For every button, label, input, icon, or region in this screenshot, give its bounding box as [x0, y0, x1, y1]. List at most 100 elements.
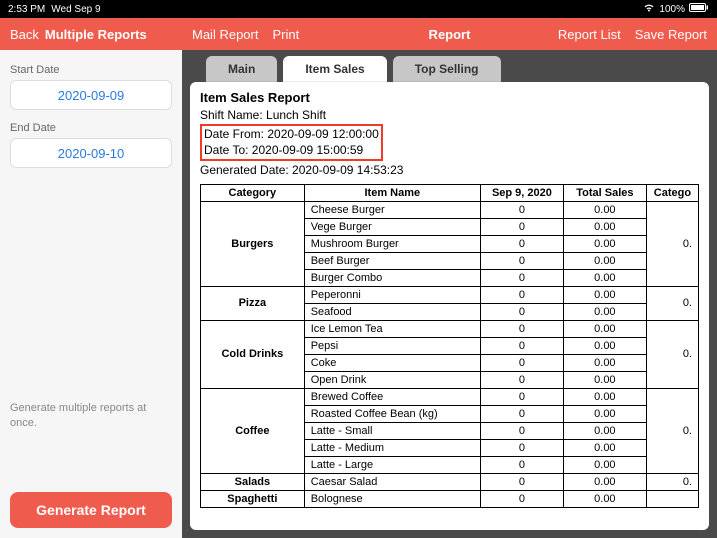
report-table-scroll[interactable]: Category Item Name Sep 9, 2020 Total Sal…	[200, 184, 699, 528]
sidebar: Start Date 2020-09-09 End Date 2020-09-1…	[0, 50, 182, 538]
cell-category: Burgers	[201, 201, 305, 286]
cell-total: 0.00	[563, 218, 646, 235]
cell-qty: 0	[480, 269, 563, 286]
cell-qty: 0	[480, 337, 563, 354]
app-header: Back Multiple Reports Mail Report Print …	[0, 18, 717, 50]
cell-qty: 0	[480, 405, 563, 422]
cell-qty: 0	[480, 456, 563, 473]
cell-total: 0.00	[563, 473, 646, 490]
report-shift: Shift Name: Lunch Shift	[200, 107, 699, 123]
cell-item-name: Beef Burger	[304, 252, 480, 269]
end-date-field[interactable]: 2020-09-10	[10, 138, 172, 168]
status-time: 2:53 PM	[8, 4, 45, 15]
cell-category: Pizza	[201, 286, 305, 320]
save-report-button[interactable]: Save Report	[635, 27, 707, 42]
wifi-icon	[643, 3, 655, 15]
table-row: CoffeeBrewed Coffee00.000.	[201, 388, 699, 405]
cell-item-name: Roasted Coffee Bean (kg)	[304, 405, 480, 422]
item-sales-table: Category Item Name Sep 9, 2020 Total Sal…	[200, 184, 699, 508]
cell-total: 0.00	[563, 235, 646, 252]
cell-item-name: Brewed Coffee	[304, 388, 480, 405]
cell-total: 0.00	[563, 286, 646, 303]
cell-total: 0.00	[563, 252, 646, 269]
cell-qty: 0	[480, 473, 563, 490]
cell-qty: 0	[480, 371, 563, 388]
cell-extra	[646, 490, 698, 507]
start-date-field[interactable]: 2020-09-09	[10, 80, 172, 110]
cell-total: 0.00	[563, 354, 646, 371]
cell-item-name: Latte - Small	[304, 422, 480, 439]
col-category: Category	[201, 184, 305, 201]
cell-total: 0.00	[563, 422, 646, 439]
status-date: Wed Sep 9	[51, 4, 100, 15]
report-title: Item Sales Report	[200, 90, 699, 105]
cell-item-name: Open Drink	[304, 371, 480, 388]
cell-item-name: Vege Burger	[304, 218, 480, 235]
cell-total: 0.00	[563, 337, 646, 354]
cell-qty: 0	[480, 388, 563, 405]
cell-total: 0.00	[563, 201, 646, 218]
col-item: Item Name	[304, 184, 480, 201]
cell-total: 0.00	[563, 303, 646, 320]
cell-total: 0.00	[563, 269, 646, 286]
cell-item-name: Latte - Large	[304, 456, 480, 473]
cell-item-name: Bolognese	[304, 490, 480, 507]
cell-item-name: Seafood	[304, 303, 480, 320]
table-row: BurgersCheese Burger00.000.	[201, 201, 699, 218]
col-total: Total Sales	[563, 184, 646, 201]
table-row: Cold DrinksIce Lemon Tea00.000.	[201, 320, 699, 337]
cell-qty: 0	[480, 201, 563, 218]
report-date-from: Date From: 2020-09-09 12:00:00	[204, 126, 379, 142]
battery-icon	[689, 3, 709, 15]
cell-item-name: Peperonni	[304, 286, 480, 303]
report-generated: Generated Date: 2020-09-09 14:53:23	[200, 162, 699, 178]
cell-total: 0.00	[563, 490, 646, 507]
tab-item-sales[interactable]: Item Sales	[283, 56, 386, 82]
tabs: Main Item Sales Top Selling	[182, 50, 717, 82]
tab-top-selling[interactable]: Top Selling	[393, 56, 501, 82]
cell-item-name: Burger Combo	[304, 269, 480, 286]
cell-qty: 0	[480, 490, 563, 507]
cell-item-name: Cheese Burger	[304, 201, 480, 218]
end-date-label: End Date	[10, 122, 172, 134]
cell-category: Spaghetti	[201, 490, 305, 507]
cell-qty: 0	[480, 422, 563, 439]
cell-category: Coffee	[201, 388, 305, 473]
cell-item-name: Ice Lemon Tea	[304, 320, 480, 337]
cell-total: 0.00	[563, 371, 646, 388]
cell-extra: 0.	[646, 201, 698, 286]
date-range-highlight: Date From: 2020-09-09 12:00:00 Date To: …	[200, 124, 383, 160]
cell-qty: 0	[480, 218, 563, 235]
cell-total: 0.00	[563, 320, 646, 337]
table-row: PizzaPeperonni00.000.	[201, 286, 699, 303]
cell-item-name: Pepsi	[304, 337, 480, 354]
table-header-row: Category Item Name Sep 9, 2020 Total Sal…	[201, 184, 699, 201]
report-panel: Item Sales Report Shift Name: Lunch Shif…	[190, 82, 709, 530]
cell-item-name: Coke	[304, 354, 480, 371]
col-date: Sep 9, 2020	[480, 184, 563, 201]
back-button[interactable]: Back	[10, 27, 39, 42]
start-date-label: Start Date	[10, 64, 172, 76]
cell-item-name: Mushroom Burger	[304, 235, 480, 252]
status-bar: 2:53 PM Wed Sep 9 100%	[0, 0, 717, 18]
tab-main[interactable]: Main	[206, 56, 277, 82]
cell-qty: 0	[480, 235, 563, 252]
table-row: SaladsCaesar Salad00.000.	[201, 473, 699, 490]
report-list-button[interactable]: Report List	[558, 27, 621, 42]
report-date-to: Date To: 2020-09-09 15:00:59	[204, 142, 379, 158]
col-extra: Catego	[646, 184, 698, 201]
print-button[interactable]: Print	[272, 27, 299, 42]
cell-item-name: Latte - Medium	[304, 439, 480, 456]
main-area: Main Item Sales Top Selling Item Sales R…	[182, 50, 717, 538]
cell-extra: 0.	[646, 473, 698, 490]
generate-report-button[interactable]: Generate Report	[10, 492, 172, 528]
cell-extra: 0.	[646, 320, 698, 388]
cell-qty: 0	[480, 252, 563, 269]
cell-category: Cold Drinks	[201, 320, 305, 388]
cell-total: 0.00	[563, 388, 646, 405]
cell-extra: 0.	[646, 286, 698, 320]
cell-qty: 0	[480, 286, 563, 303]
cell-category: Salads	[201, 473, 305, 490]
sidebar-hint: Generate multiple reports at once.	[10, 401, 172, 430]
mail-report-button[interactable]: Mail Report	[192, 27, 258, 42]
